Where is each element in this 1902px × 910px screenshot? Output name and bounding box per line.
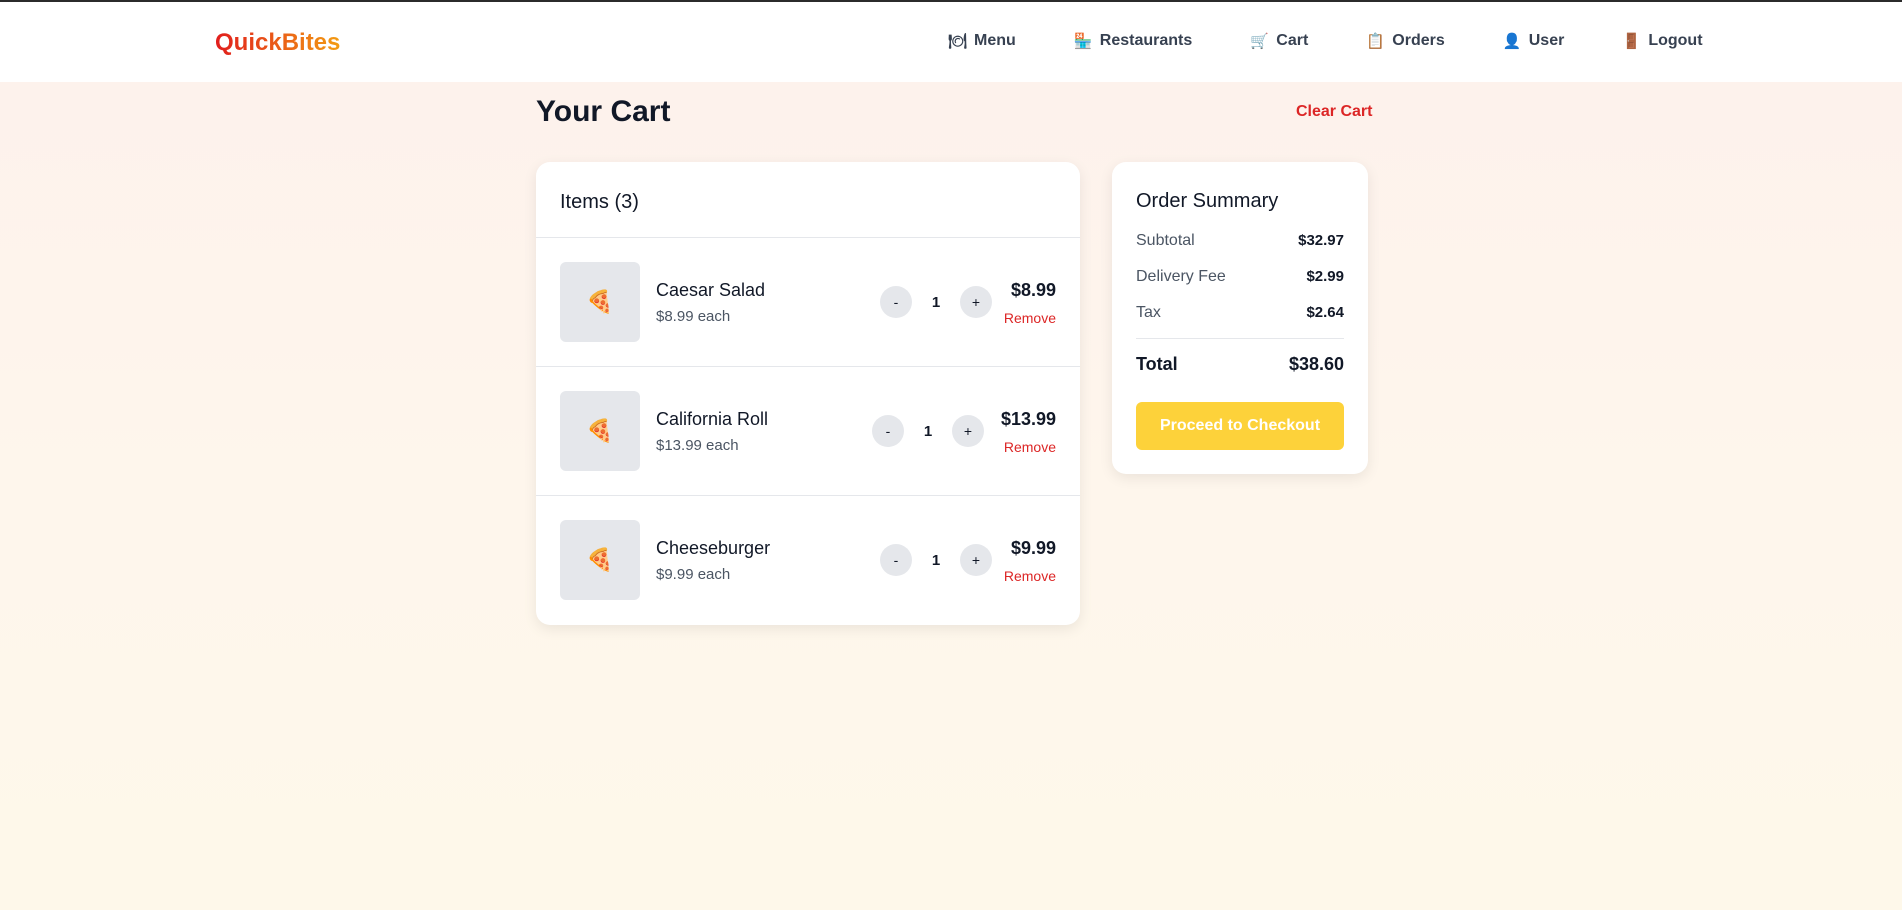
navbar: QuickBites 🍽 Menu 🏪 Restaurants 🛒 Cart 📋… (0, 2, 1902, 82)
summary-title: Order Summary (1136, 190, 1279, 212)
pizza-icon: 🍕 (560, 391, 640, 471)
item-unit-price: $9.99 each (656, 566, 731, 583)
item-name: California Roll (656, 409, 769, 429)
nav-label: Restaurants (1099, 32, 1193, 49)
order-summary-card: Order Summary Subtotal $32.97 Delivery F… (1112, 162, 1368, 474)
nav-logout[interactable]: 🚪 Logout (1622, 32, 1702, 50)
subtotal-row: Subtotal $32.97 (1136, 232, 1344, 250)
nav-orders[interactable]: 📋 Orders (1366, 32, 1444, 50)
increase-quantity-button[interactable]: + (960, 286, 992, 318)
cart-item: 🍕 Caesar Salad $8.99 each - 1 + $8.99 Re… (536, 238, 1080, 367)
page-title: Your Cart (536, 95, 671, 128)
pizza-icon: 🍕 (560, 262, 640, 342)
item-unit-price: $13.99 each (656, 437, 739, 454)
quantity-stepper: - 1 + (872, 415, 984, 447)
decrease-quantity-button[interactable]: - (880, 286, 912, 318)
remove-item-button[interactable]: Remove (1004, 310, 1056, 326)
quantity-value: 1 (931, 551, 941, 569)
nav-label: Orders (1392, 32, 1445, 49)
orders-icon: 📋 (1366, 33, 1385, 50)
cart-item: 🍕 Cheeseburger $9.99 each - 1 + $9.99 Re… (536, 496, 1080, 625)
nav-user[interactable]: 👤 User (1503, 32, 1565, 50)
item-unit-price: $8.99 each (656, 308, 731, 325)
increase-quantity-button[interactable]: + (952, 415, 984, 447)
items-header: Items (3) (536, 162, 1080, 238)
item-price: $8.99 (1010, 280, 1056, 300)
nav-label: Menu (974, 32, 1016, 49)
delivery-fee-row: Delivery Fee $2.99 (1136, 268, 1344, 286)
clear-cart-button[interactable]: Clear Cart (1296, 103, 1372, 121)
cart-icon: 🛒 (1250, 33, 1269, 50)
quantity-value: 1 (923, 422, 933, 440)
nav-restaurants[interactable]: 🏪 Restaurants (1074, 32, 1192, 50)
menu-icon: 🍽 (948, 33, 968, 50)
user-icon: 👤 (1502, 33, 1522, 50)
remove-item-button[interactable]: Remove (1004, 439, 1056, 455)
brand-logo[interactable]: QuickBites (215, 29, 340, 57)
restaurant-icon: 🏪 (1073, 33, 1093, 50)
increase-quantity-button[interactable]: + (960, 544, 992, 576)
decrease-quantity-button[interactable]: - (880, 544, 912, 576)
nav-label: Logout (1648, 32, 1703, 49)
item-name: Cheeseburger (656, 538, 771, 558)
nav-label: User (1528, 32, 1565, 49)
nav-label: Cart (1276, 32, 1309, 49)
logout-icon: 🚪 (1622, 33, 1642, 50)
subtotal-value: $32.97 (1298, 232, 1344, 249)
decrease-quantity-button[interactable]: - (872, 415, 904, 447)
delivery-fee-value: $2.99 (1306, 268, 1344, 285)
item-price: $13.99 (1000, 409, 1056, 429)
total-label: Total (1136, 354, 1178, 374)
summary-divider (1136, 338, 1344, 339)
cart-item: 🍕 California Roll $13.99 each - 1 + $13.… (536, 367, 1080, 496)
tax-row: Tax $2.64 (1136, 304, 1344, 322)
total-value: $38.60 (1288, 354, 1344, 374)
subtotal-label: Subtotal (1136, 232, 1195, 249)
pizza-icon: 🍕 (560, 520, 640, 600)
quantity-stepper: - 1 + (880, 286, 992, 318)
total-row: Total $38.60 (1136, 354, 1344, 375)
tax-label: Tax (1136, 304, 1161, 321)
checkout-button[interactable]: Proceed to Checkout (1136, 402, 1344, 450)
cart-items-card: Items (3) 🍕 Caesar Salad $8.99 each - 1 … (536, 162, 1080, 625)
tax-value: $2.64 (1306, 304, 1344, 321)
quantity-value: 1 (931, 293, 941, 311)
nav-cart[interactable]: 🛒 Cart (1250, 32, 1308, 50)
nav-links: 🍽 Menu 🏪 Restaurants 🛒 Cart 📋 Orders 👤 U… (948, 32, 1703, 50)
delivery-fee-label: Delivery Fee (1136, 268, 1226, 285)
nav-menu[interactable]: 🍽 Menu (948, 32, 1016, 50)
remove-item-button[interactable]: Remove (1004, 568, 1056, 584)
item-price: $9.99 (1010, 538, 1056, 558)
item-name: Caesar Salad (656, 280, 766, 300)
quantity-stepper: - 1 + (880, 544, 992, 576)
